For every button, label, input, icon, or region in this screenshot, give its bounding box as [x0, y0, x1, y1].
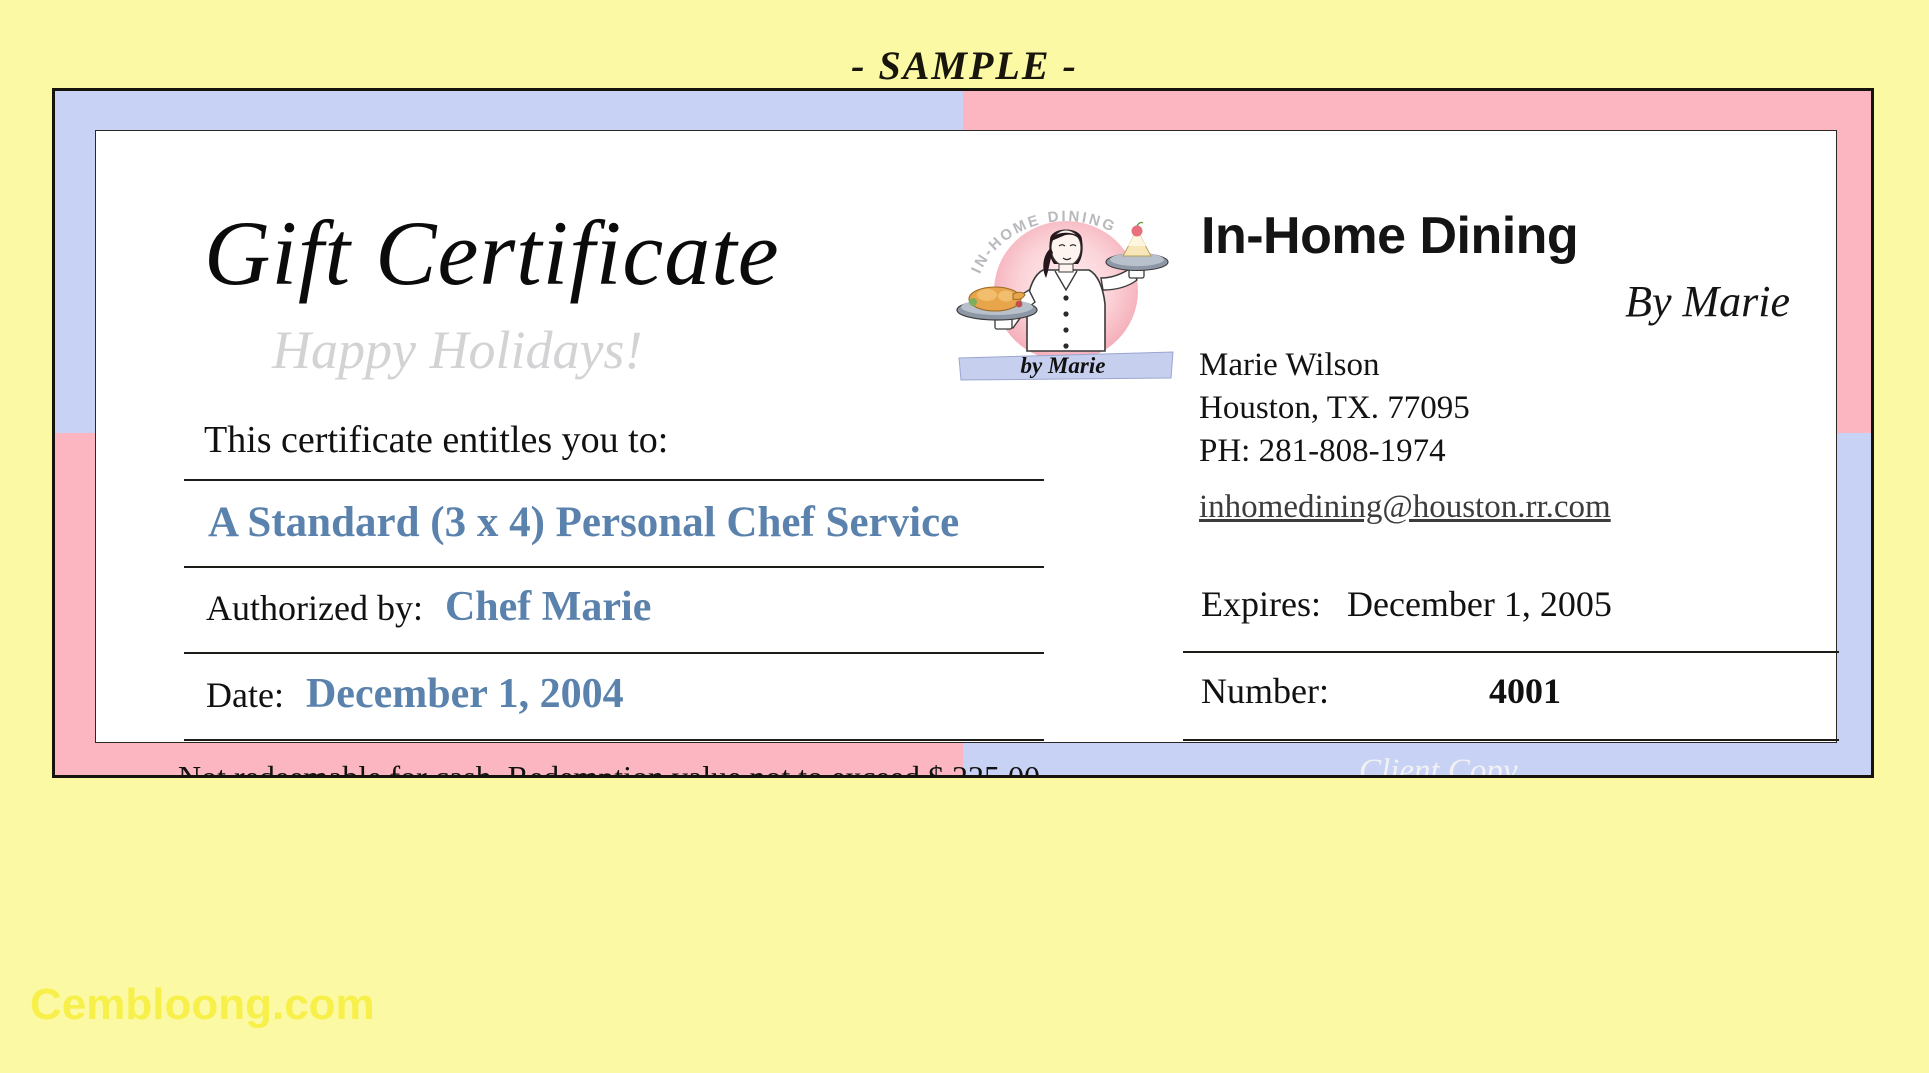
date-value: December 1, 2004: [305, 671, 624, 717]
divider-expires: [1183, 651, 1839, 653]
business-byline: By Marie: [1625, 277, 1790, 326]
entitles-label: This certificate entitles you to:: [204, 419, 669, 461]
date-row: Date: December 1, 2004: [206, 670, 624, 718]
authorized-by-label: Authorized by:: [206, 588, 423, 628]
page-title: Gift Certificate: [204, 202, 780, 304]
phone-number: PH: 281-808-1974: [1199, 433, 1446, 469]
service-description-value: A Standard (3 x 4) Personal Chef Service: [208, 499, 960, 546]
divider-number: [1183, 739, 1839, 741]
divider-date: [184, 739, 1044, 741]
client-copy-watermark: Client Copy: [1359, 753, 1518, 778]
certificate-frame: Gift Certificate Happy Holidays! This ce…: [52, 88, 1874, 778]
divider-service-bottom: [184, 566, 1044, 568]
expires-label: Expires:: [1201, 584, 1321, 624]
business-address-block: Marie Wilson Houston, TX. 77095 PH: 281-…: [1199, 349, 1470, 478]
authorized-by-row: Authorized by: Chef Marie: [206, 583, 651, 631]
number-value: 4001: [1488, 671, 1561, 711]
divider-service-top: [184, 479, 1044, 481]
fine-print-text: Not redeemable for cash. Redemption valu…: [178, 759, 1048, 778]
certificate-inner-card: Gift Certificate Happy Holidays! This ce…: [95, 130, 1839, 775]
number-row: Number: 4001: [1201, 670, 1561, 712]
sample-header: - SAMPLE -: [851, 43, 1078, 88]
expires-row: Expires: December 1, 2005: [1201, 583, 1612, 625]
site-watermark: Cembloong.com: [30, 980, 375, 1029]
business-name: In-Home Dining: [1201, 207, 1579, 265]
number-label: Number:: [1201, 671, 1329, 711]
certificate-subtitle: Happy Holidays!: [272, 320, 643, 380]
authorized-by-value: Chef Marie: [444, 584, 652, 630]
date-label: Date:: [206, 675, 284, 715]
certificate-right-column: In-Home Dining By Marie Marie Wilson Hou…: [1141, 131, 1839, 775]
contact-name: Marie Wilson: [1199, 347, 1380, 383]
city-state-zip: Houston, TX. 77095: [1199, 390, 1470, 426]
divider-authorized-by: [184, 652, 1044, 654]
expires-value: December 1, 2005: [1346, 584, 1612, 624]
email-link[interactable]: inhomedining@houston.rr.com: [1199, 489, 1611, 526]
svg-text:by Marie: by Marie: [1021, 353, 1106, 378]
